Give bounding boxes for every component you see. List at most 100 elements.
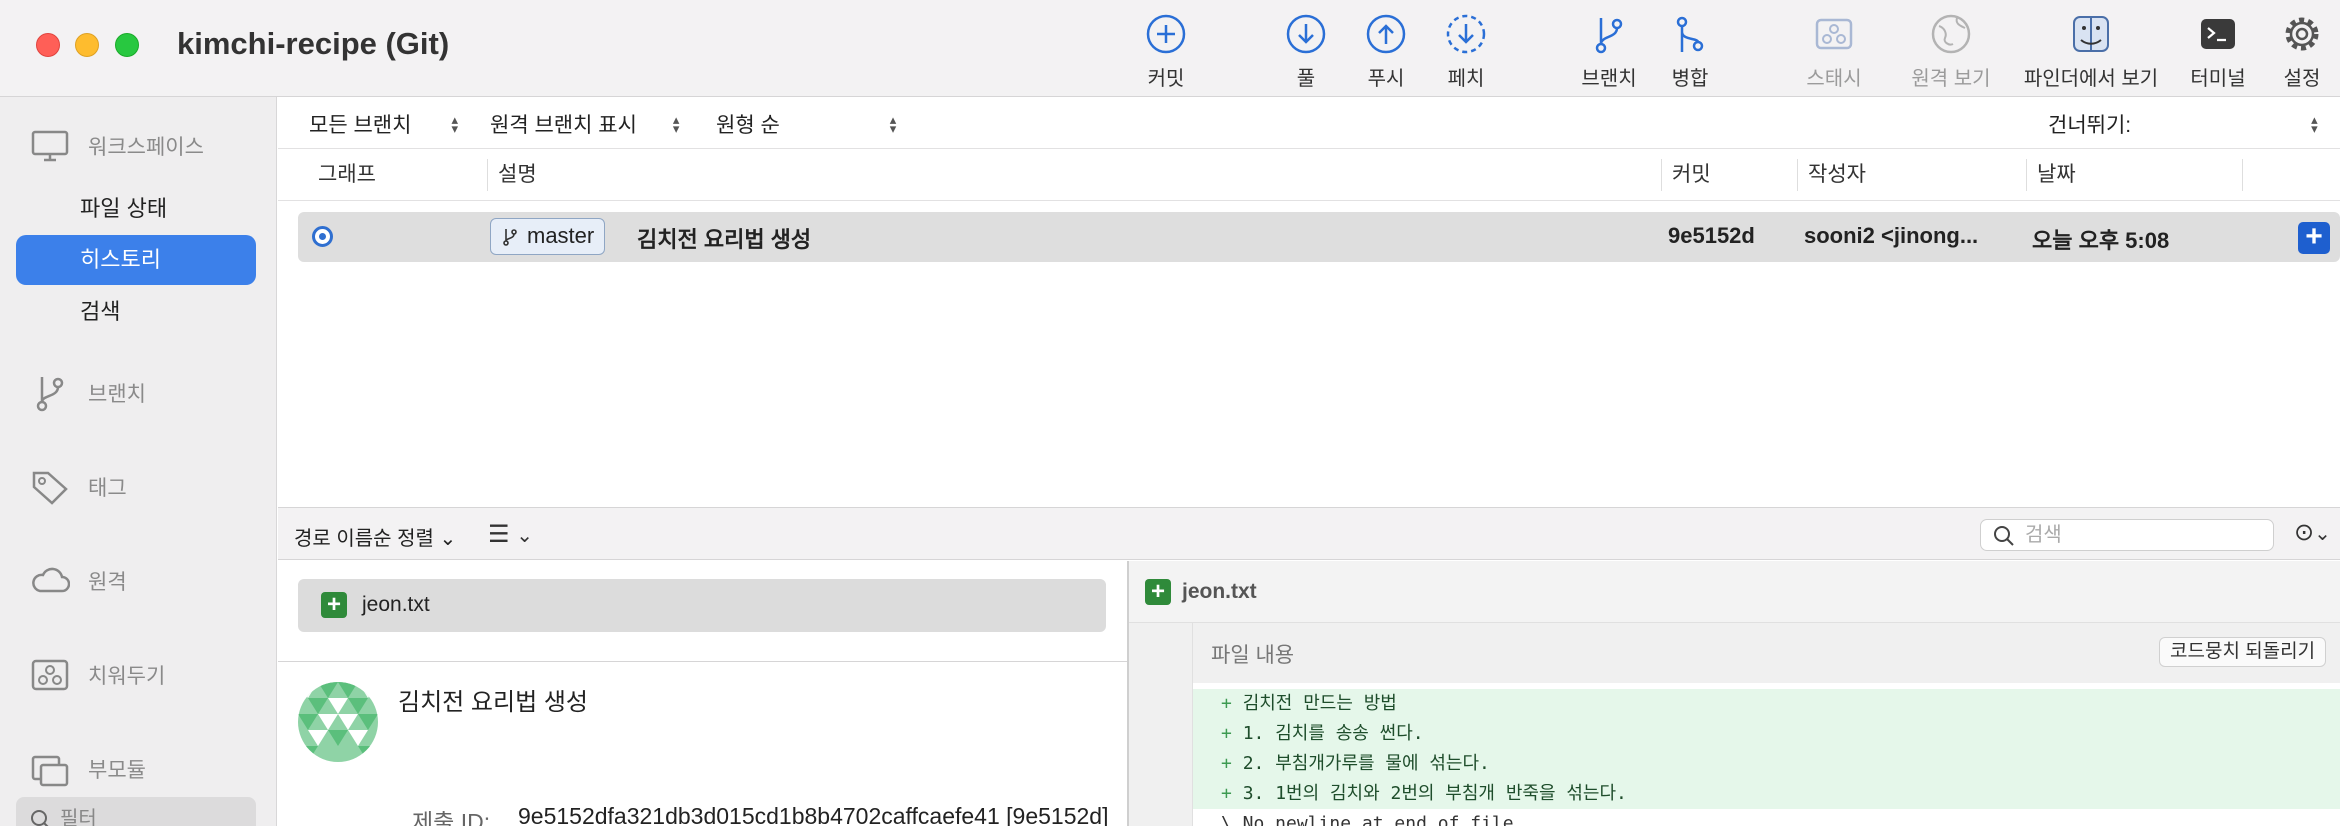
- show-remote-branches-select[interactable]: 원격 브랜치 표시 ▴ ▾: [490, 109, 679, 139]
- commit-detail-panel: 김치전 요리법 생성 제출 ID: 9e5152dfa321db3d015cd1…: [278, 661, 1127, 826]
- sidebar-section-branches[interactable]: 브랜치: [30, 373, 146, 413]
- remote-view-button[interactable]: 원격 보기: [1891, 12, 2011, 91]
- commit-date: 오늘 오후 5:08: [2032, 228, 2170, 253]
- sidebar-filter-input[interactable]: 필터: [16, 797, 256, 826]
- search-placeholder: 검색: [2025, 524, 2062, 546]
- stash-icon: [31, 659, 69, 691]
- diff-line-text: 1. 김치를 송송 썬다.: [1242, 723, 1424, 744]
- column-date[interactable]: 날짜: [2026, 159, 2076, 191]
- added-file-icon: +: [321, 592, 347, 618]
- sort-label: 경로 이름순 정렬: [294, 528, 434, 550]
- diff-line-note: \ No newline at end of file: [1221, 813, 1514, 826]
- file-row[interactable]: + jeon.txt: [298, 579, 1106, 632]
- history-column-headers: 그래프 설명 커밋 작성자 날짜: [278, 149, 2340, 201]
- column-commit[interactable]: 커밋: [1661, 159, 1711, 191]
- monitor-icon: [31, 130, 69, 162]
- diff-line-text: 3. 1번의 김치와 2번의 부침개 반죽을 섞는다.: [1242, 783, 1627, 804]
- select-arrows-icon: ▴ ▾: [2311, 112, 2318, 136]
- column-description[interactable]: 설명: [487, 159, 537, 191]
- toolbar: kimchi-recipe (Git) 커밋 풀 푸시 페치 브랜치 병합 스태…: [0, 0, 2340, 97]
- chevron-down-icon: ⌄: [516, 525, 533, 547]
- sidebar-item-search[interactable]: 검색: [16, 287, 256, 337]
- revert-hunk-button[interactable]: 코드뭉치 되돌리기: [2159, 637, 2327, 667]
- branch-icon: [503, 229, 517, 246]
- plus-circle-icon: [1146, 14, 1186, 54]
- diff-line-added: + 2. 부침개가루를 물에 섞는다.: [1193, 749, 2340, 779]
- branch-badge[interactable]: master: [490, 218, 606, 255]
- arrow-down-circle-icon: [1286, 14, 1326, 54]
- cloud-icon: [32, 567, 70, 593]
- all-branches-label: 모든 브랜치: [309, 114, 412, 137]
- order-select[interactable]: 원형 순 ▴ ▾: [716, 109, 896, 139]
- select-arrows-icon: ▴ ▾: [451, 112, 458, 136]
- merge-icon: [1676, 16, 1704, 52]
- commit-id-label: 제출 ID:: [412, 809, 491, 826]
- merge-button[interactable]: 병합: [1630, 12, 1750, 91]
- app-window: kimchi-recipe (Git) 커밋 풀 푸시 페치 브랜치 병합 스태…: [0, 0, 2340, 826]
- settings-button[interactable]: 설정: [2242, 12, 2340, 91]
- add-button[interactable]: +: [2298, 222, 2330, 254]
- filter-placeholder: 필터: [60, 808, 97, 826]
- commit-label: 커밋: [1147, 68, 1185, 90]
- stashes-label: 치워두기: [88, 665, 166, 688]
- all-branches-select[interactable]: 모든 브랜치 ▴ ▾: [309, 109, 458, 139]
- fetch-button[interactable]: 페치: [1406, 12, 1526, 91]
- sort-menu[interactable]: 경로 이름순 정렬 ⌄: [294, 522, 456, 551]
- sidebar-item-file-status[interactable]: 파일 상태: [16, 184, 256, 234]
- identicon-icon: [298, 682, 378, 762]
- search-icon: [1994, 526, 2014, 546]
- stash-button[interactable]: 스태시: [1774, 12, 1894, 91]
- column-author[interactable]: 작성자: [1797, 159, 1866, 191]
- commit-button[interactable]: 커밋: [1106, 12, 1226, 91]
- diff-view: + jeon.txt 파일 내용 코드뭉치 되돌리기 + 김치전 만드는 방법 …: [1129, 561, 2340, 826]
- list-icon: ☰: [488, 521, 510, 548]
- settings-label: 설정: [2283, 68, 2321, 90]
- sidebar-item-history[interactable]: 히스토리: [16, 235, 256, 285]
- jump-to-select[interactable]: 건너뛰기: ▴ ▾: [2048, 109, 2318, 139]
- sidebar: 워크스페이스 파일 상태 히스토리 검색 브랜치 태그 원격 치워두기 부모듈 …: [0, 97, 277, 826]
- column-actions: [2242, 159, 2253, 191]
- show-in-finder-button[interactable]: 파인더에서 보기: [2024, 12, 2158, 91]
- branch-icon: [1595, 18, 1623, 54]
- sidebar-section-stashes[interactable]: 치워두기: [30, 655, 165, 695]
- diff-line-added: + 3. 1번의 김치와 2번의 부침개 반죽을 섞는다.: [1193, 779, 2340, 809]
- pull-label: 풀: [1296, 68, 1316, 90]
- branch-icon: [36, 377, 64, 412]
- tags-label: 태그: [88, 477, 127, 500]
- branch-label: 브랜치: [1581, 68, 1637, 90]
- commit-author: sooni2 <jinong...: [1804, 223, 1979, 248]
- minimize-window-button[interactable]: [75, 33, 99, 57]
- close-window-button[interactable]: [36, 33, 60, 57]
- search-input[interactable]: 검색: [1980, 519, 2274, 551]
- sidebar-section-remotes[interactable]: 원격: [30, 561, 127, 601]
- more-options-button[interactable]: ⊙⌄: [2294, 518, 2331, 547]
- ellipsis-circle-icon: ⊙: [2294, 519, 2315, 546]
- view-mode-menu[interactable]: ☰ ⌄: [488, 520, 533, 549]
- chevron-down-icon: ⌄: [439, 528, 457, 550]
- gear-icon: [2285, 17, 2319, 51]
- history-list: master 김치전 요리법 생성 9e5152d sooni2 <jinong…: [278, 202, 2340, 507]
- remote-view-label: 원격 보기: [1911, 68, 1991, 90]
- column-graph[interactable]: 그래프: [308, 159, 376, 191]
- sidebar-section-submodules[interactable]: 부모듈: [30, 749, 146, 789]
- push-label: 푸시: [1367, 68, 1405, 90]
- diff-line-added: + 김치전 만드는 방법: [1193, 689, 2340, 719]
- tag-icon: [32, 471, 68, 505]
- file-name: jeon.txt: [362, 593, 430, 616]
- sidebar-section-tags[interactable]: 태그: [30, 467, 127, 507]
- show-remote-label: 원격 브랜치 표시: [490, 114, 637, 137]
- diff-line-added: + 1. 김치를 송송 썬다.: [1193, 719, 2340, 749]
- jump-label: 건너뛰기:: [2048, 114, 2132, 137]
- commit-row[interactable]: master 김치전 요리법 생성 9e5152d sooni2 <jinong…: [298, 212, 2340, 262]
- workspace-label: 워크스페이스: [88, 136, 204, 159]
- zoom-window-button[interactable]: [115, 33, 139, 57]
- search-icon: [31, 810, 49, 826]
- hunk-label: 파일 내용: [1211, 644, 1295, 667]
- stash-icon: [1815, 18, 1853, 50]
- sidebar-section-workspace[interactable]: 워크스페이스: [30, 126, 204, 166]
- globe-icon: [1931, 14, 1971, 54]
- stash-label: 스태시: [1806, 68, 1862, 90]
- diff-file-name: jeon.txt: [1182, 580, 1257, 603]
- fetch-label: 페치: [1447, 68, 1485, 90]
- changed-files-list: + jeon.txt: [278, 561, 1127, 661]
